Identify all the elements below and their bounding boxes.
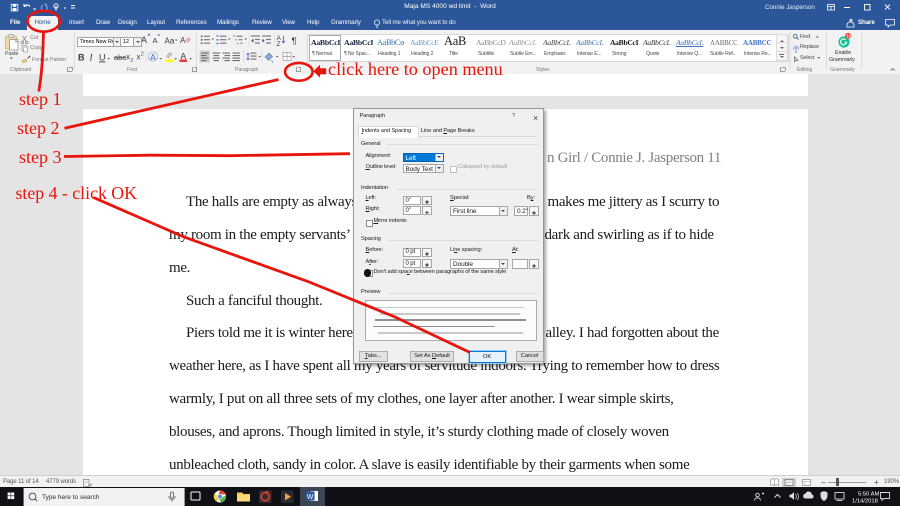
svg-text:10: 10: [846, 34, 852, 39]
svg-text:W: W: [307, 494, 314, 501]
svg-text:U: U: [99, 53, 106, 63]
svg-text:1/14/2018: 1/14/2018: [852, 499, 878, 505]
svg-text:A: A: [153, 36, 158, 45]
svg-text:ab: ab: [793, 46, 799, 52]
svg-text:Aa: Aa: [165, 37, 175, 46]
svg-text:5:50 AM: 5:50 AM: [858, 492, 879, 498]
svg-text:Z: Z: [277, 41, 281, 48]
svg-text:B: B: [78, 53, 85, 63]
svg-text:I: I: [89, 53, 94, 63]
svg-text:Type here to search: Type here to search: [42, 494, 100, 501]
svg-text:2: 2: [141, 52, 144, 58]
svg-text:¶: ¶: [292, 36, 297, 47]
svg-text:abc: abc: [114, 53, 126, 62]
svg-text:A: A: [180, 36, 186, 45]
svg-text:2: 2: [130, 58, 133, 64]
